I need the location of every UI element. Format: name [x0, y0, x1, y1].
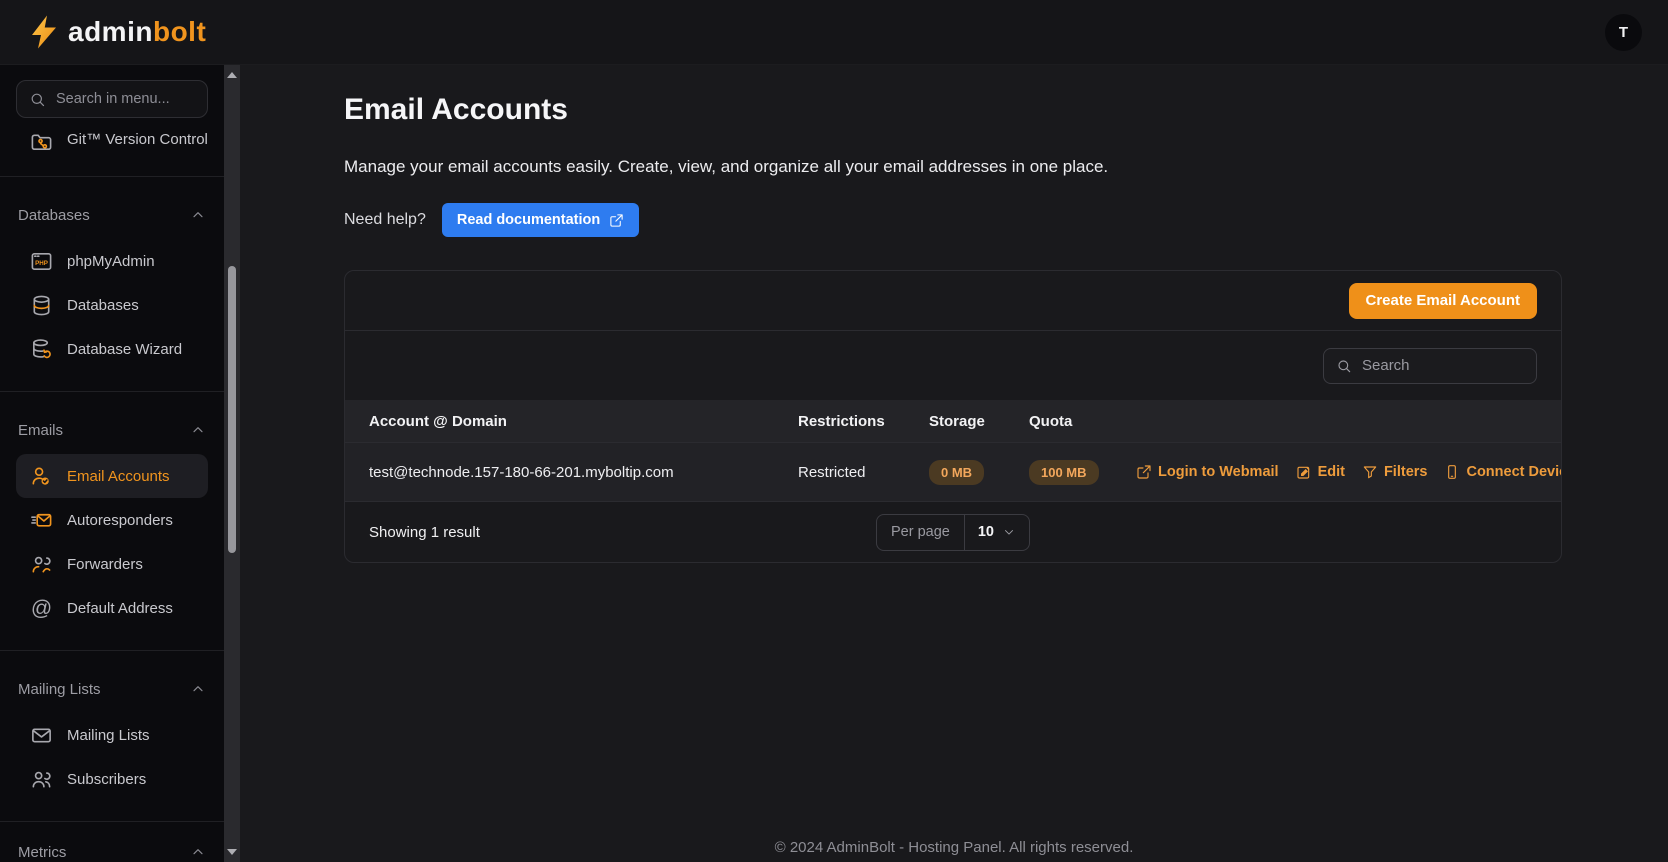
table-search-input[interactable] — [1362, 357, 1524, 374]
sidebar-search-input[interactable] — [56, 91, 195, 107]
sidebar-item-label: Databases — [67, 297, 139, 314]
chevron-up-icon — [190, 422, 206, 438]
sidebar-scrollbar[interactable] — [224, 65, 240, 862]
subscribers-icon — [30, 768, 53, 791]
login-to-webmail-link[interactable]: Login to Webmail — [1136, 464, 1279, 480]
read-documentation-button[interactable]: Read documentation — [442, 203, 639, 237]
sidebar-section-metrics[interactable]: Metrics — [16, 838, 208, 862]
sidebar-item-database-wizard[interactable]: Database Wizard — [16, 327, 208, 371]
app-window: adminbolt T Git™ Ver — [0, 0, 1668, 862]
sidebar-section-mailing-lists[interactable]: Mailing Lists — [16, 675, 208, 703]
sidebar-item-subscribers[interactable]: Subscribers — [16, 757, 208, 801]
edit-link[interactable]: Edit — [1296, 464, 1345, 480]
table-search — [1323, 348, 1537, 384]
phpmyadmin-icon: PHP — [30, 250, 53, 273]
scrollbar-thumb[interactable] — [228, 266, 236, 553]
forwarders-icon — [30, 553, 53, 576]
sidebar-item-databases[interactable]: Databases — [16, 283, 208, 327]
sidebar-divider — [0, 650, 224, 651]
results-summary: Showing 1 result — [369, 524, 480, 541]
autoresponder-icon — [30, 509, 53, 532]
filters-link[interactable]: Filters — [1362, 464, 1428, 480]
column-header-account: Account @ Domain — [369, 413, 798, 430]
sidebar-item-label: phpMyAdmin — [67, 253, 155, 270]
table-row: test@technode.157-180-66-201.myboltip.co… — [345, 443, 1561, 501]
connect-devices-link[interactable]: Connect Devices — [1444, 464, 1562, 480]
sidebar-item-label: Git™ Version Control — [67, 131, 208, 148]
envelope-icon — [30, 724, 53, 747]
sidebar: Git™ Version Control Databases PHP phpMy… — [0, 65, 224, 862]
sidebar-item-email-accounts[interactable]: Email Accounts — [16, 454, 208, 498]
column-header-quota: Quota — [1029, 413, 1136, 430]
svg-text:PHP: PHP — [35, 259, 48, 266]
sidebar-item-git-clipped: Git™ Version Control — [0, 128, 224, 156]
avatar[interactable]: T — [1605, 14, 1642, 51]
create-email-account-button[interactable]: Create Email Account — [1349, 283, 1538, 319]
database-wizard-icon — [30, 338, 53, 361]
brand-logo[interactable]: adminbolt — [26, 11, 206, 53]
scroll-down-arrow[interactable] — [224, 844, 240, 860]
sidebar-section-emails[interactable]: Emails — [16, 416, 208, 444]
main-content: Email Accounts Manage your email account… — [240, 65, 1668, 862]
sidebar-item-forwarders[interactable]: Forwarders — [16, 542, 208, 586]
sidebar-item-mailing-lists[interactable]: Mailing Lists — [16, 713, 208, 757]
column-header-storage: Storage — [929, 413, 1029, 430]
column-header-restrictions: Restrictions — [798, 413, 929, 430]
search-icon — [29, 91, 46, 108]
chevron-up-icon — [190, 207, 206, 223]
sidebar-search — [16, 80, 208, 118]
sidebar-item-phpmyadmin[interactable]: PHP phpMyAdmin — [16, 239, 208, 283]
scroll-up-arrow[interactable] — [224, 67, 240, 83]
sidebar-item-autoresponders[interactable]: Autoresponders — [16, 498, 208, 542]
edit-icon — [1296, 464, 1312, 480]
page-description: Manage your email accounts easily. Creat… — [344, 157, 1562, 177]
per-page-label: Per page — [877, 515, 965, 550]
sidebar-item-git-version-control[interactable]: Git™ Version Control — [16, 128, 208, 156]
brand-name: adminbolt — [68, 16, 206, 48]
account-cell: test@technode.157-180-66-201.myboltip.co… — [369, 464, 798, 481]
sidebar-item-label: Default Address — [67, 600, 173, 617]
sidebar-item-label: Subscribers — [67, 771, 146, 788]
sidebar-divider — [0, 176, 224, 177]
smartphone-icon — [1444, 464, 1460, 480]
chevron-up-icon — [190, 681, 206, 697]
external-link-icon — [1136, 464, 1152, 480]
database-icon — [30, 294, 53, 317]
per-page-control[interactable]: Per page 10 — [876, 514, 1030, 551]
at-sign-icon: @ — [30, 597, 53, 620]
sidebar-item-label: Email Accounts — [67, 468, 170, 485]
per-page-value: 10 — [978, 524, 994, 540]
external-link-icon — [609, 213, 624, 228]
filter-icon — [1362, 464, 1378, 480]
chevron-down-icon — [1002, 525, 1016, 539]
sidebar-item-label: Database Wizard — [67, 341, 182, 358]
email-accounts-icon — [30, 465, 53, 488]
sidebar-item-label: Mailing Lists — [67, 727, 150, 744]
sidebar-item-default-address[interactable]: @ Default Address — [16, 586, 208, 630]
row-actions: Login to Webmail Edit — [1136, 464, 1562, 480]
quota-badge: 100 MB — [1029, 460, 1099, 485]
restrictions-cell: Restricted — [798, 464, 929, 481]
sidebar-section-databases[interactable]: Databases — [16, 201, 208, 229]
help-text: Need help? — [344, 211, 426, 229]
git-folder-icon — [30, 131, 53, 154]
storage-badge: 0 MB — [929, 460, 984, 485]
sidebar-item-label: Forwarders — [67, 556, 143, 573]
sidebar-item-label: Autoresponders — [67, 512, 173, 529]
search-icon — [1336, 358, 1352, 374]
app-header: adminbolt T — [0, 0, 1668, 65]
chevron-up-icon — [190, 844, 206, 860]
bolt-icon — [26, 11, 62, 53]
table-footer: Showing 1 result Per page 10 — [345, 501, 1561, 562]
sidebar-divider — [0, 821, 224, 822]
copyright-text: © 2024 AdminBolt - Hosting Panel. All ri… — [240, 839, 1668, 856]
sidebar-divider — [0, 391, 224, 392]
page-title: Email Accounts — [344, 93, 1562, 127]
table-header-row: Account @ Domain Restrictions Storage Qu… — [345, 400, 1561, 443]
email-accounts-card: Create Email Account Account @ Domain Re… — [344, 270, 1562, 563]
